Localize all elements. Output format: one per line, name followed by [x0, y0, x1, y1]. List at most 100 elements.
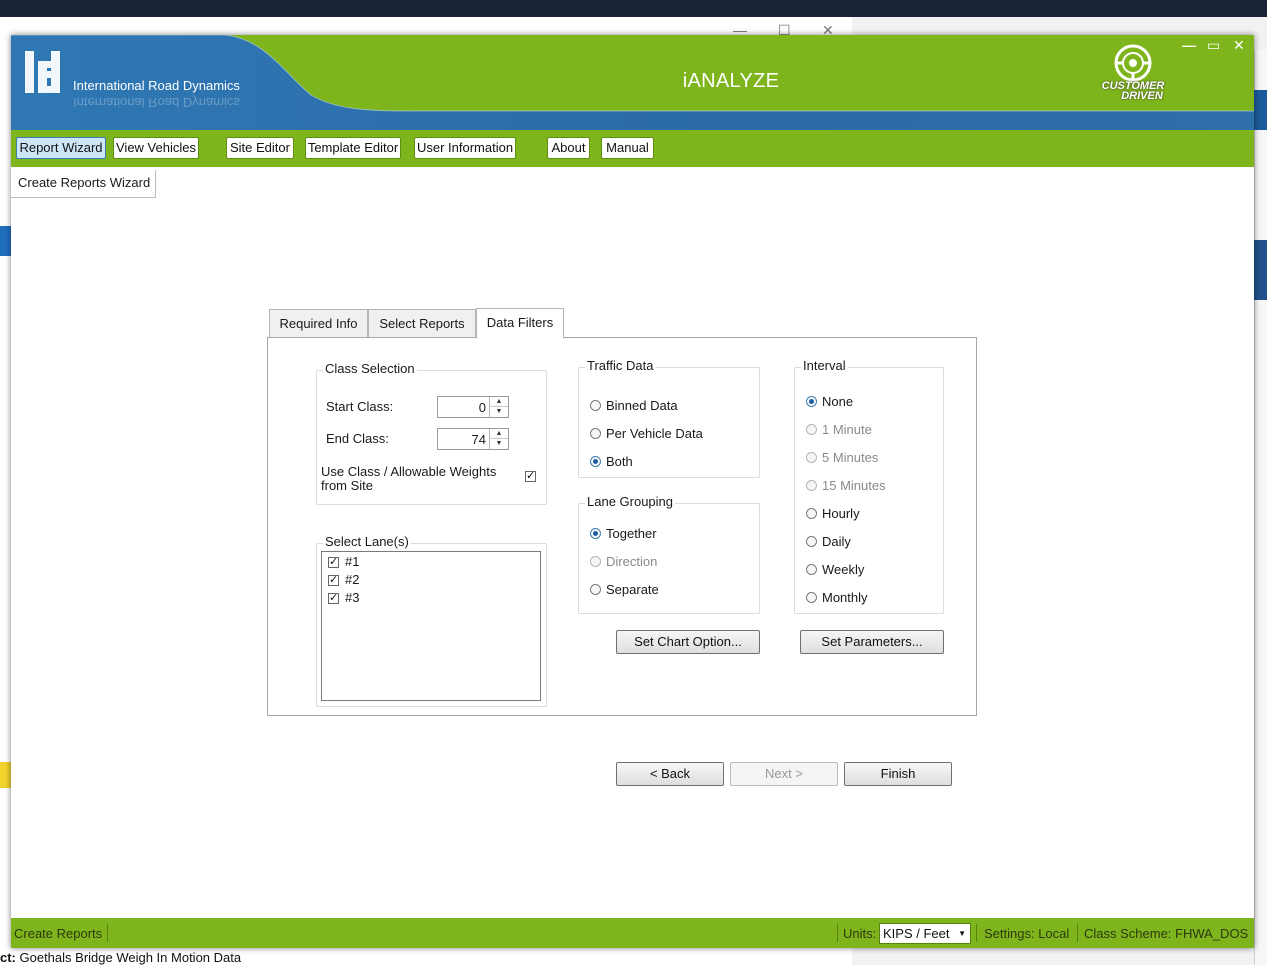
interval-title: Interval: [801, 358, 848, 373]
units-dropdown[interactable]: KIPS / Feet ▼: [879, 923, 971, 944]
background-yellow-marker: [0, 762, 11, 788]
interval-15-minutes-radio[interactable]: [806, 480, 817, 491]
status-class-scheme: Class Scheme: FHWA_DOS: [1084, 926, 1249, 941]
badge-text: CUSTOMER DRIVEN: [1101, 80, 1165, 102]
lane-2-checkbox[interactable]: [328, 573, 339, 586]
start-class-label: Start Class:: [326, 399, 394, 414]
finish-button[interactable]: Finish: [844, 762, 952, 786]
maximize-icon[interactable]: ▭: [1207, 37, 1220, 54]
next-button[interactable]: Next >: [730, 762, 838, 786]
units-label: Units:: [843, 926, 877, 941]
class-selection-group: Class Selection Start Class: 0 ▲ ▼ End C…: [316, 361, 547, 505]
interval-monthly-label: Monthly: [822, 590, 868, 605]
together-radio[interactable]: [590, 528, 601, 539]
separate-radio[interactable]: [590, 584, 601, 595]
spin-down-icon[interactable]: ▼: [490, 439, 508, 449]
start-class-value: 0: [478, 400, 486, 415]
binned-data-radio[interactable]: [590, 400, 601, 411]
traffic-data-group: Traffic Data Binned Data Per Vehicle Dat…: [578, 358, 760, 478]
status-separator: [837, 924, 838, 942]
direction-label: Direction: [606, 554, 658, 569]
use-weights-checkbox[interactable]: [525, 469, 536, 482]
together-label: Together: [606, 526, 657, 541]
lane-grouping-title: Lane Grouping: [585, 494, 676, 509]
class-selection-title: Class Selection: [323, 361, 417, 376]
about-button[interactable]: About: [547, 137, 590, 159]
direction-radio[interactable]: [590, 556, 601, 567]
spin-up-icon[interactable]: ▲: [490, 429, 508, 439]
separate-label: Separate: [606, 582, 659, 597]
interval-monthly-radio[interactable]: [806, 592, 817, 603]
interval-1-minute-radio[interactable]: [806, 424, 817, 435]
interval-weekly-radio[interactable]: [806, 564, 817, 575]
report-wizard-button[interactable]: Report Wizard: [16, 137, 106, 159]
interval-none-label: None: [822, 394, 854, 409]
company-name: International Road Dynamics: [73, 78, 240, 93]
view-vehicles-button[interactable]: View Vehicles: [113, 137, 199, 159]
use-weights-label: Use Class / Allowable Weights: [321, 464, 497, 479]
lane-1-label: #1: [345, 554, 360, 569]
manual-button[interactable]: Manual: [601, 137, 654, 159]
per-vehicle-data-label: Per Vehicle Data: [606, 426, 703, 441]
background-panel-right: [1254, 50, 1267, 965]
interval-15-minutes-label: 15 Minutes: [822, 478, 886, 493]
site-editor-button[interactable]: Site Editor: [226, 137, 294, 159]
template-editor-button[interactable]: Template Editor: [305, 137, 401, 159]
select-lanes-group: Select Lane(s) #1 #2 #3: [316, 534, 547, 707]
lane-2-label: #2: [345, 572, 360, 587]
app-title: iANALYZE: [682, 70, 780, 92]
background-blue-block: [1254, 90, 1267, 130]
spin-up-icon[interactable]: ▲: [490, 397, 508, 407]
tab-required-info[interactable]: Required Info: [269, 309, 368, 338]
tab-data-filters[interactable]: Data Filters: [476, 308, 564, 339]
both-radio[interactable]: [590, 456, 601, 467]
interval-daily-radio[interactable]: [806, 536, 817, 547]
end-class-label: End Class:: [326, 431, 389, 446]
per-vehicle-data-radio[interactable]: [590, 428, 601, 439]
spin-down-icon[interactable]: ▼: [490, 407, 508, 417]
interval-hourly-label: Hourly: [822, 506, 860, 521]
binned-data-label: Binned Data: [606, 398, 678, 413]
start-class-stepper[interactable]: 0 ▲ ▼: [437, 396, 509, 418]
status-bar: Create Reports Units: KIPS / Feet ▼ Sett…: [11, 918, 1254, 948]
tab-create-reports-wizard[interactable]: Create Reports Wizard: [11, 170, 156, 198]
user-information-button[interactable]: User Information: [414, 137, 516, 159]
close-icon[interactable]: ✕: [1233, 37, 1245, 54]
back-button[interactable]: < Back: [616, 762, 724, 786]
app-header: International Road Dynamics Internationa…: [11, 35, 1254, 135]
select-lanes-title: Select Lane(s): [323, 534, 411, 549]
status-separator: [107, 924, 108, 942]
company-name-reflection: International Road Dynamics: [73, 95, 240, 110]
ird-logo: [25, 51, 67, 93]
interval-5-minutes-radio[interactable]: [806, 452, 817, 463]
background-blue-block-2: [1254, 240, 1267, 300]
lane-grouping-group: Lane Grouping Together Direction Separat…: [578, 494, 760, 614]
customer-driven-badge: CUSTOMER DRIVEN: [1085, 39, 1181, 109]
interval-weekly-label: Weekly: [822, 562, 865, 577]
minimize-icon[interactable]: —: [1182, 37, 1196, 53]
interval-1-minute-label: 1 Minute: [822, 422, 872, 437]
status-separator: [1077, 924, 1078, 942]
tab-select-reports[interactable]: Select Reports: [368, 309, 476, 338]
steering-wheel-icon: [1114, 44, 1152, 82]
lane-3-checkbox[interactable]: [328, 591, 339, 604]
set-parameters-button[interactable]: Set Parameters...: [800, 630, 944, 654]
use-weights-label-2: from Site: [321, 478, 374, 493]
background-blue-marker: [0, 226, 11, 256]
interval-daily-label: Daily: [822, 534, 851, 549]
main-toolbar: Report Wizard View Vehicles Site Editor …: [11, 130, 1254, 167]
end-class-stepper[interactable]: 74 ▲ ▼: [437, 428, 509, 450]
interval-group: Interval None 1 Minute 5 Minutes 15 Minu…: [794, 358, 944, 614]
chevron-down-icon: ▼: [958, 929, 966, 938]
interval-none-radio[interactable]: [806, 396, 817, 407]
units-value: KIPS / Feet: [883, 926, 950, 941]
status-create-reports: Create Reports: [14, 926, 103, 941]
traffic-data-title: Traffic Data: [585, 358, 656, 373]
set-chart-option-button[interactable]: Set Chart Option...: [616, 630, 760, 654]
lane-1-checkbox[interactable]: [328, 555, 339, 568]
status-settings: Settings: Local: [984, 926, 1070, 941]
lanes-listbox[interactable]: #1 #2 #3: [321, 551, 541, 701]
interval-hourly-radio[interactable]: [806, 508, 817, 519]
lane-3-label: #3: [345, 590, 360, 605]
end-class-value: 74: [471, 432, 486, 447]
